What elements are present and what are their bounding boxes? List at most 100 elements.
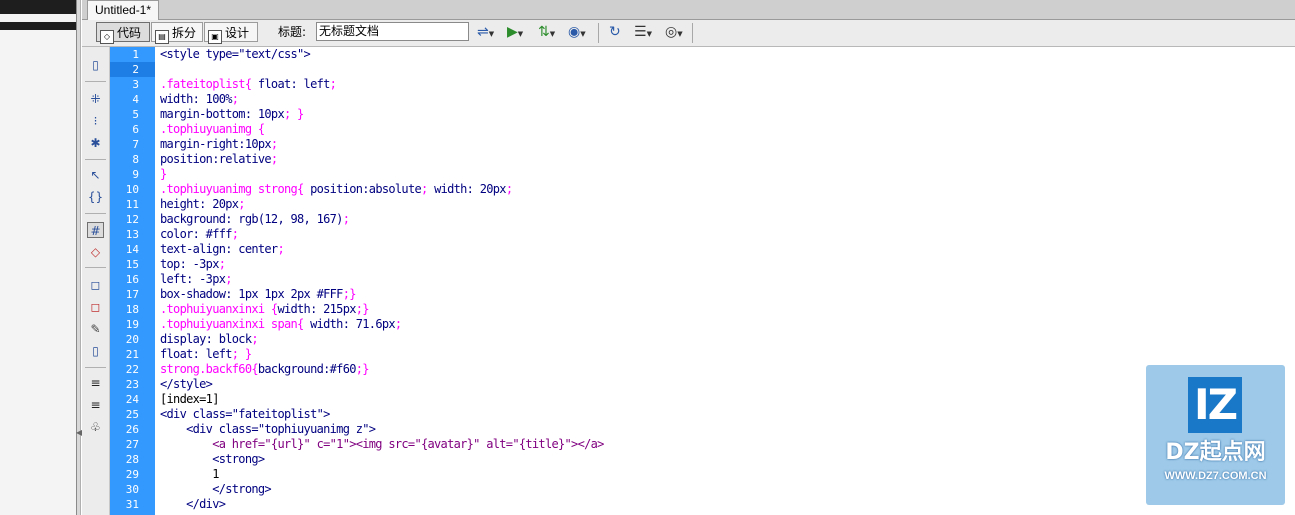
split-view-label: 拆分: [172, 26, 197, 40]
code-line: position:relative;: [160, 152, 278, 166]
line-number: 24: [125, 393, 139, 406]
line-number: 13: [125, 228, 139, 241]
code-line: <strong>: [160, 452, 265, 466]
line-numbers-icon[interactable]: #: [87, 222, 104, 238]
line-number: 27: [125, 438, 139, 451]
line-number: 1: [132, 48, 139, 61]
format-source-icon[interactable]: ♧: [87, 419, 104, 435]
code-line: display: block;: [160, 332, 259, 346]
wrap-tag-icon[interactable]: ✎: [87, 321, 104, 337]
line-number: 8: [132, 153, 139, 166]
toolbar-separator: [85, 213, 106, 214]
code-line: [index=1]: [160, 392, 219, 406]
design-view-icon: ▣: [208, 30, 222, 44]
outdent-code-icon[interactable]: ≡: [87, 397, 104, 413]
line-number: 28: [125, 453, 139, 466]
line-number: 6: [132, 123, 139, 136]
line-number: 11: [125, 198, 139, 211]
line-number: 21: [125, 348, 139, 361]
watermark-url: WWW.DZ7.COM.CN: [1164, 470, 1267, 482]
line-number: 12: [125, 213, 139, 226]
line-number: 5: [132, 108, 139, 121]
visual-aids-icon[interactable]: ◉▼: [568, 24, 586, 42]
view-options-icon[interactable]: ☰▼: [634, 24, 652, 42]
code-view-button[interactable]: ◇ 代码: [96, 22, 150, 44]
line-number: 15: [125, 258, 139, 271]
site-watermark: IZ DZ起点网 WWW.DZ7.COM.CN: [1146, 365, 1285, 505]
line-number: 14: [125, 243, 139, 256]
toolbar-separator: [692, 23, 693, 43]
code-line: float: left; }: [160, 347, 252, 361]
code-line: }: [160, 167, 167, 181]
remove-comment-icon[interactable]: ◻: [87, 299, 104, 315]
indent-code-icon[interactable]: ≡: [87, 375, 104, 391]
code-line: <div class="fateitoplist">: [160, 407, 330, 421]
title-input[interactable]: 无标题文档: [316, 22, 469, 41]
title-label: 标题:: [278, 25, 307, 39]
watermark-logo-text: IZ: [1193, 380, 1238, 429]
code-line: <div class="tophiuyuanimg z">: [160, 422, 376, 436]
coding-toolbar: ▯ ⁜ ⁝ ✱ ↖ {} # ◇ ◻ ◻ ✎ ▯ ≡ ≡ ♧: [82, 47, 110, 515]
code-line: height: 20px;: [160, 197, 245, 211]
line-number: 25: [125, 408, 139, 421]
watermark-name: DZ起点网: [1165, 440, 1266, 465]
panel-strip: [0, 0, 76, 14]
code-editor[interactable]: <style type="text/css"> .fateitoplist{ f…: [156, 47, 1295, 515]
balance-braces-icon[interactable]: {}: [87, 189, 104, 205]
toolbar-separator: [85, 267, 106, 268]
recent-snippets-icon[interactable]: ▯: [87, 343, 104, 359]
line-number: 22: [125, 363, 139, 376]
line-number: 10: [125, 183, 139, 196]
code-line: <style type="text/css">: [160, 47, 311, 61]
document-tab[interactable]: Untitled-1*: [87, 0, 160, 20]
line-number: 16: [125, 273, 139, 286]
visual-aids-eye-icon[interactable]: ◎▼: [665, 24, 683, 42]
code-line: strong.backf60{background:#f60;}: [160, 362, 370, 376]
code-line: box-shadow: 1px 1px 2px #FFF;}: [160, 287, 356, 301]
line-number: 26: [125, 423, 139, 436]
code-line: .tophiuyuanimg strong{ position:absolute…: [160, 182, 513, 196]
code-view-icon: ◇: [100, 30, 114, 44]
code-view-label: 代码: [117, 26, 142, 40]
design-view-button[interactable]: ▣ 设计: [204, 22, 258, 44]
split-view-icon: ▤: [155, 30, 169, 44]
line-number: 17: [125, 288, 139, 301]
line-number: 30: [125, 483, 139, 496]
watermark-logo: IZ: [1188, 377, 1242, 433]
debug-icon[interactable]: ⇅▼: [538, 24, 555, 42]
apply-comment-icon[interactable]: ◻: [87, 277, 104, 293]
code-line: .tophuiyuanxinxi {width: 215px;}: [160, 302, 370, 316]
collapse-full-tag-icon[interactable]: ⁜: [87, 91, 104, 107]
preview-browser-icon[interactable]: ▶▼: [507, 24, 523, 42]
code-line: .tophuiyuanxinxi span{ width: 71.6px;: [160, 317, 402, 331]
line-number: 23: [125, 378, 139, 391]
collapse-selection-icon[interactable]: ⁝: [87, 113, 104, 129]
panel-splitter[interactable]: [76, 0, 81, 515]
line-number: 18: [125, 303, 139, 316]
document-tabbar: Untitled-1*: [82, 0, 1295, 20]
select-parent-tag-icon[interactable]: ↖: [87, 167, 104, 183]
file-management-icon[interactable]: ⇌▼: [477, 24, 494, 42]
code-line: color: #fff;: [160, 227, 239, 241]
code-line: top: -3px;: [160, 257, 226, 271]
line-number-gutter: 1 2 3 4 5 6 7 8 9 10 11 12 13 14 15 16 17 18 19 20 21 22 23 24 2…: [110, 47, 155, 515]
left-panel: [0, 0, 78, 515]
split-view-button[interactable]: ▤ 拆分: [151, 22, 203, 44]
line-number: 19: [125, 318, 139, 331]
line-number: 2: [132, 63, 139, 76]
code-line: width: 100%;: [160, 92, 239, 106]
code-line: </div>: [160, 497, 226, 511]
line-number: 4: [132, 93, 139, 106]
refresh-icon[interactable]: ↻: [609, 24, 621, 40]
code-line: margin-bottom: 10px; }: [160, 107, 304, 121]
line-number: 9: [132, 168, 139, 181]
line-number: 7: [132, 138, 139, 151]
code-line: .fateitoplist{ float: left;: [160, 77, 337, 91]
highlight-invalid-code-icon[interactable]: ◇: [87, 244, 104, 260]
open-documents-icon[interactable]: ▯: [87, 57, 104, 73]
expand-all-icon[interactable]: ✱: [87, 135, 104, 151]
line-number: 20: [125, 333, 139, 346]
toolbar-separator: [85, 367, 106, 368]
code-line: <a href="{url}" c="1"><img src="{avatar}…: [160, 437, 604, 451]
code-line: text-align: center;: [160, 242, 285, 256]
